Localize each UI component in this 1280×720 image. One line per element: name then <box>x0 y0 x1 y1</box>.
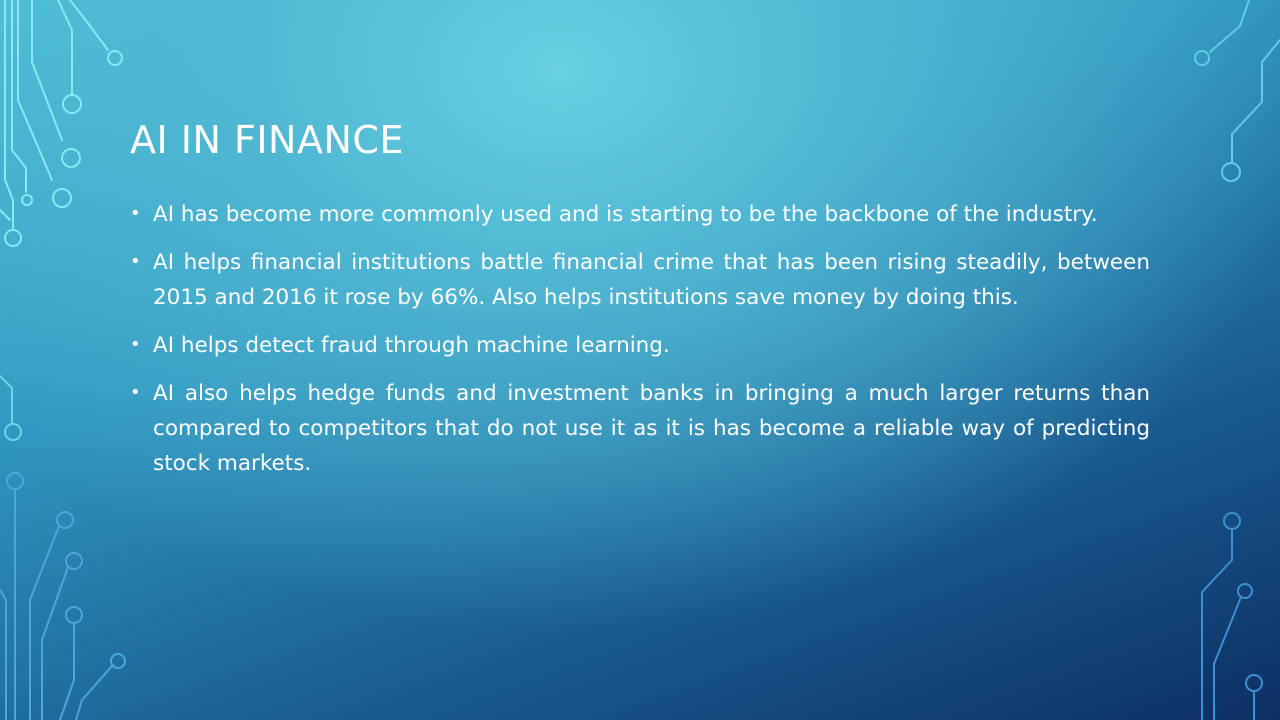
bullet-text: AI helps detect fraud through machine le… <box>153 333 670 358</box>
bullet-point-icon: • <box>130 334 141 355</box>
bullet-item: • AI has become more commonly used and i… <box>130 197 1150 232</box>
bullet-list: • AI has become more commonly used and i… <box>130 197 1150 494</box>
slide: AI IN FINANCE • AI has become more commo… <box>0 0 1280 720</box>
bullet-point-icon: • <box>130 382 141 403</box>
bullet-text: AI has become more commonly used and is … <box>153 202 1098 227</box>
bullet-text: AI helps financial institutions battle f… <box>153 250 1150 310</box>
bullet-text: AI also helps hedge funds and investment… <box>153 381 1150 476</box>
bullet-point-icon: • <box>130 203 141 224</box>
slide-title: AI IN FINANCE <box>130 118 404 162</box>
bullet-item: • AI also helps hedge funds and investme… <box>130 376 1150 481</box>
bullet-item: • AI helps detect fraud through machine … <box>130 328 1150 363</box>
bullet-item: • AI helps financial institutions battle… <box>130 245 1150 315</box>
bullet-point-icon: • <box>130 251 141 272</box>
